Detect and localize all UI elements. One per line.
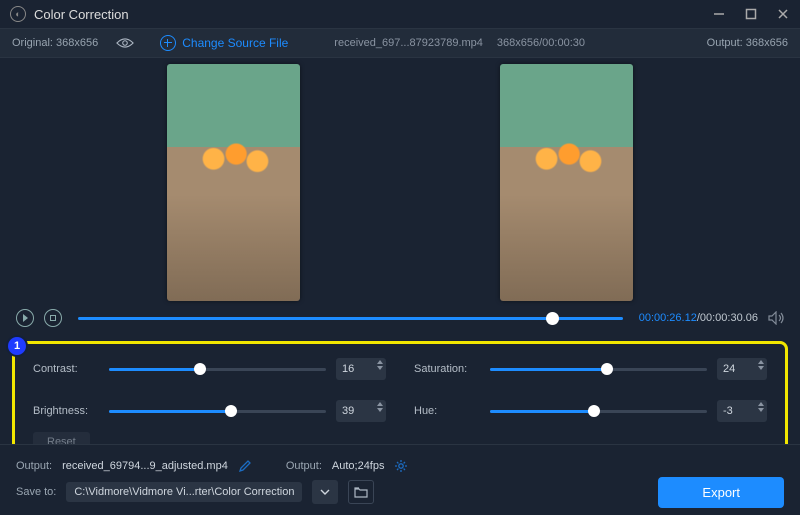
output-settings-icon[interactable] <box>394 459 408 473</box>
contrast-step-down[interactable] <box>377 366 383 370</box>
minimize-button[interactable] <box>712 7 726 21</box>
play-button[interactable] <box>16 309 34 327</box>
output-settings-value: Auto;24fps <box>332 460 385 472</box>
volume-icon[interactable] <box>768 311 784 325</box>
output-dimensions-label: Output: 368x656 <box>707 37 788 49</box>
save-to-label: Save to: <box>16 486 56 498</box>
output-filename: received_69794...9_adjusted.mp4 <box>62 460 228 472</box>
brightness-step-up[interactable] <box>377 402 383 406</box>
maximize-button[interactable] <box>744 7 758 21</box>
output-file-label: Output: <box>16 460 52 472</box>
contrast-step-up[interactable] <box>377 360 383 364</box>
brightness-row: Brightness: 39 <box>33 400 386 422</box>
footer: Output: received_69794...9_adjusted.mp4 … <box>0 444 800 515</box>
contrast-slider[interactable] <box>109 368 326 371</box>
timeline-scrubber[interactable] <box>78 317 623 320</box>
contrast-row: Contrast: 16 <box>33 358 386 380</box>
source-dimensions-duration: 368x656/00:00:30 <box>497 37 585 49</box>
close-button[interactable] <box>776 7 790 21</box>
saturation-step-up[interactable] <box>758 360 764 364</box>
rename-output-icon[interactable] <box>238 459 252 473</box>
save-path-dropdown[interactable] <box>312 480 338 504</box>
hue-step-down[interactable] <box>758 408 764 412</box>
save-path-field[interactable]: C:\Vidmore\Vidmore Vi...rter\Color Corre… <box>66 482 302 502</box>
original-preview <box>167 64 300 301</box>
playback-row: 00:00:26.12/00:00:30.06 <box>0 303 800 333</box>
time-display: 00:00:26.12/00:00:30.06 <box>639 312 758 324</box>
callout-badge: 1 <box>8 337 26 355</box>
output-preview <box>500 64 633 301</box>
change-source-button[interactable]: Change Source File <box>160 35 288 51</box>
titlebar: ◐ Color Correction <box>0 0 800 28</box>
export-button[interactable]: Export <box>658 477 784 508</box>
saturation-slider[interactable] <box>490 368 707 371</box>
preview-toggle-icon[interactable] <box>116 37 134 49</box>
hue-slider[interactable] <box>490 410 707 413</box>
saturation-label: Saturation: <box>414 363 480 375</box>
timeline-thumb[interactable] <box>546 312 559 325</box>
app-icon: ◐ <box>10 6 26 22</box>
saturation-step-down[interactable] <box>758 366 764 370</box>
brightness-label: Brightness: <box>33 405 99 417</box>
browse-folder-button[interactable] <box>348 480 374 504</box>
current-time: 00:00:26.12 <box>639 312 697 324</box>
stop-button[interactable] <box>44 309 62 327</box>
hue-label: Hue: <box>414 405 480 417</box>
preview-row <box>0 58 800 303</box>
plus-circle-icon <box>160 35 176 51</box>
original-dimensions-label: Original: 368x656 <box>12 37 98 49</box>
adjustment-panel-wrap: 1 Contrast: 16 Saturation: 24 Brightness… <box>0 333 800 459</box>
brightness-slider[interactable] <box>109 410 326 413</box>
subheader: Original: 368x656 Change Source File rec… <box>0 28 800 58</box>
window-title: Color Correction <box>34 7 129 22</box>
contrast-value[interactable]: 16 <box>336 358 386 380</box>
brightness-value[interactable]: 39 <box>336 400 386 422</box>
source-file-meta: received_697...87923789.mp4 368x656/00:0… <box>334 37 585 49</box>
source-filename: received_697...87923789.mp4 <box>334 37 483 49</box>
contrast-label: Contrast: <box>33 363 99 375</box>
hue-value[interactable]: -3 <box>717 400 767 422</box>
window-controls <box>712 7 790 21</box>
hue-step-up[interactable] <box>758 402 764 406</box>
brightness-step-down[interactable] <box>377 408 383 412</box>
saturation-row: Saturation: 24 <box>414 358 767 380</box>
hue-row: Hue: -3 <box>414 400 767 422</box>
change-source-label: Change Source File <box>182 36 288 50</box>
saturation-value[interactable]: 24 <box>717 358 767 380</box>
total-time: /00:00:30.06 <box>697 312 758 324</box>
output-settings-label: Output: <box>286 460 322 472</box>
color-adjustment-panel: 1 Contrast: 16 Saturation: 24 Brightness… <box>12 341 788 459</box>
